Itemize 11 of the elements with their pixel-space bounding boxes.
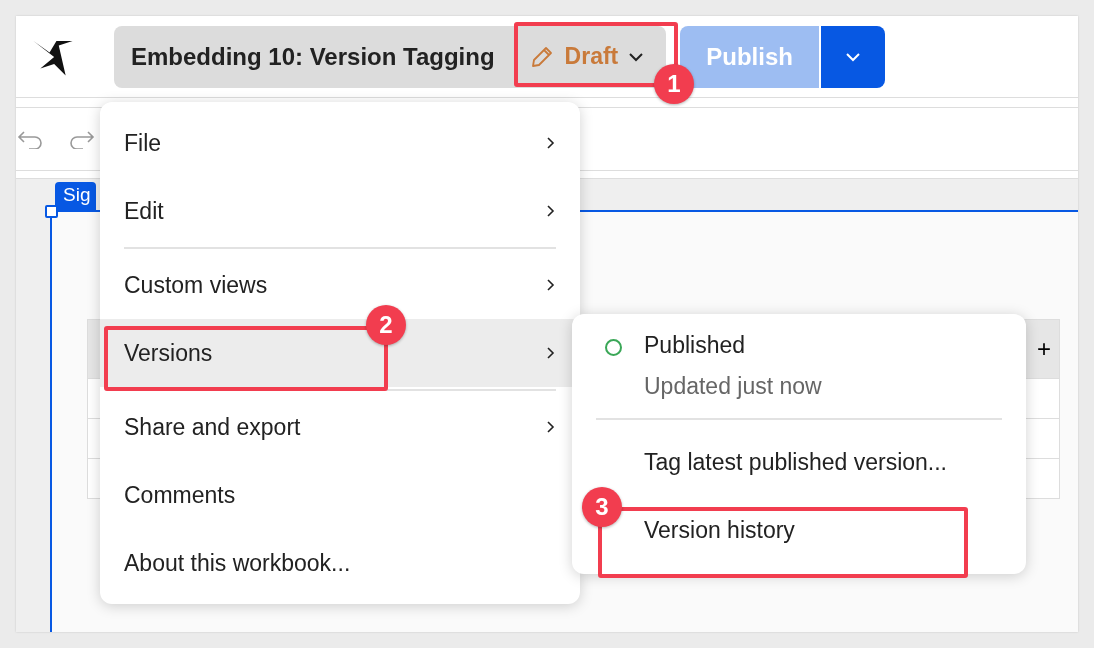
menu-item-label: About this workbook...: [124, 549, 351, 577]
menu-item-label: Share and export: [124, 413, 301, 441]
update-time: Updated just now: [644, 373, 822, 400]
menu-item-label: Custom views: [124, 271, 268, 299]
menu-item-label: Edit: [124, 197, 164, 225]
menu-item-label: Versions: [124, 339, 213, 367]
menu-item-label: Comments: [124, 481, 236, 509]
element-tag: Sig: [55, 182, 97, 210]
menu-item-label: File: [124, 129, 162, 157]
version-status: Published: [644, 332, 747, 359]
workbook-title: Embedding 10: Version Tagging: [131, 42, 495, 71]
